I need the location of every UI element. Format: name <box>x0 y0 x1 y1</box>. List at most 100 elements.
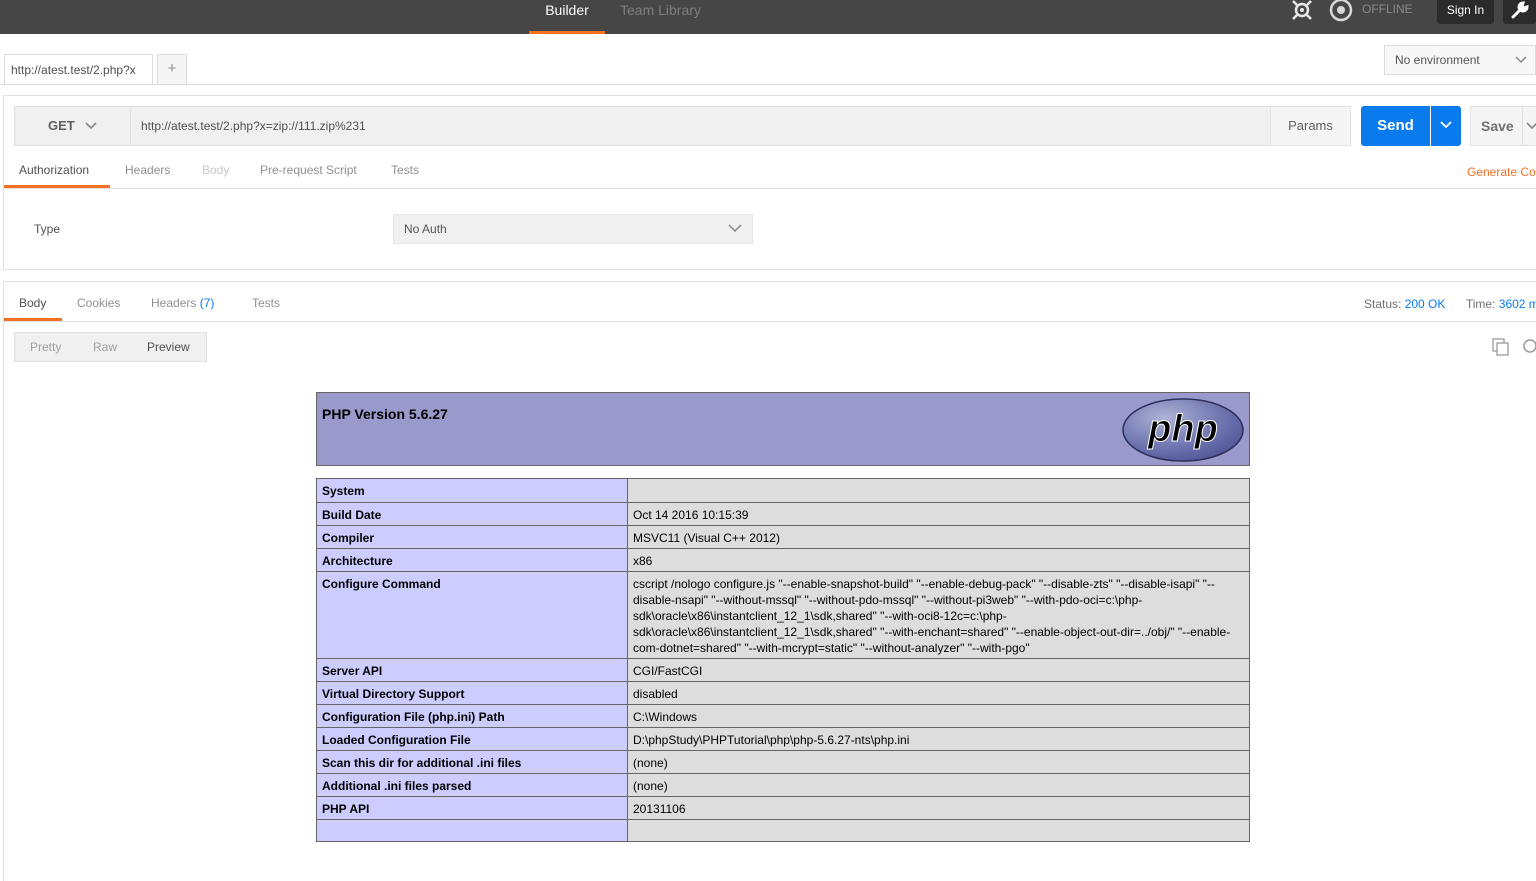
chevron-down-icon <box>1515 46 1527 84</box>
response-meta: Status: 200 OK Time: 3602 m <box>1364 297 1536 311</box>
request-tab-label: http://atest.test/2.php?x <box>11 63 136 77</box>
wrench-icon <box>1511 1 1529 22</box>
phpinfo-row: Virtual Directory Support disabled <box>316 681 1250 705</box>
phpinfo-value: Oct 14 2016 10:15:39 <box>627 502 1250 526</box>
phpinfo-key: System <box>316 478 628 503</box>
view-mode-pretty[interactable]: Pretty <box>30 340 61 354</box>
php-logo: php <box>1122 398 1244 462</box>
search-icon[interactable] <box>1521 338 1536 356</box>
response-tab-headers-label: Headers <box>151 296 197 310</box>
phpinfo-row: Additional .ini files parsed (none) <box>316 773 1250 797</box>
phpinfo-row: PHP API 20131106 <box>316 796 1250 820</box>
phpinfo-key: Additional .ini files parsed <box>316 773 628 797</box>
response-tab-body[interactable]: Body <box>19 296 46 310</box>
save-divider <box>1522 107 1523 145</box>
auth-type-select[interactable]: No Auth <box>393 214 753 244</box>
phpinfo-value: 20131106 <box>627 796 1250 820</box>
phpinfo-key: PHP API <box>316 796 628 820</box>
sync-status-icon[interactable] <box>1328 0 1354 24</box>
phpinfo-header: PHP Version 5.6.27 php <box>316 392 1250 466</box>
nav-builder-underline <box>529 31 605 34</box>
headers-count-badge: (7) <box>199 296 215 310</box>
chevron-down-icon[interactable] <box>1526 107 1536 159</box>
phpinfo-value <box>627 478 1250 503</box>
add-tab-button[interactable]: + <box>157 54 187 85</box>
send-options-button[interactable] <box>1431 106 1461 146</box>
response-tabs-divider <box>4 321 1536 322</box>
nav-builder[interactable]: Builder <box>529 0 605 34</box>
phpinfo-key: Configuration File (php.ini) Path <box>316 704 628 728</box>
response-tab-headers[interactable]: Headers (7) <box>151 296 214 310</box>
generate-code-link[interactable]: Generate Co <box>1467 165 1536 179</box>
tab-strip-divider <box>0 84 1536 85</box>
offline-status: OFFLINE <box>1362 2 1413 16</box>
phpinfo-row <box>316 819 1250 842</box>
response-tab-cookies[interactable]: Cookies <box>77 296 120 310</box>
nav-builder-label: Builder <box>545 2 589 18</box>
phpinfo-row: Loaded Configuration File D:\phpStudy\PHP… <box>316 727 1250 751</box>
php-version-title: PHP Version 5.6.27 <box>322 406 448 422</box>
time-value: 3602 m <box>1498 297 1536 311</box>
method-select[interactable]: GET <box>14 106 130 146</box>
save-button[interactable]: Save <box>1470 106 1536 146</box>
phpinfo-row: Configuration File (php.ini) Path C:\Wind… <box>316 704 1250 728</box>
phpinfo-key: Server API <box>316 658 628 682</box>
phpinfo-row: Architecture x86 <box>316 548 1250 572</box>
request-tab[interactable]: http://atest.test/2.php?x <box>4 54 153 85</box>
phpinfo-value: (none) <box>627 750 1250 774</box>
send-button[interactable]: Send <box>1361 106 1430 146</box>
top-bar: Builder Team Library OFFLINE Sign In <box>0 0 1536 34</box>
chevron-down-icon <box>728 215 742 253</box>
settings-button[interactable] <box>1503 0 1536 24</box>
phpinfo-value: (none) <box>627 773 1250 797</box>
sign-in-button[interactable]: Sign In <box>1437 0 1494 24</box>
tab-pre-request-script[interactable]: Pre-request Script <box>260 163 357 177</box>
phpinfo-key: Build Date <box>316 502 628 526</box>
phpinfo-value: cscript /nologo configure.js "--enable-s… <box>627 571 1250 659</box>
nav-team-library[interactable]: Team Library <box>620 0 701 34</box>
phpinfo-row: System <box>316 478 1250 503</box>
phpinfo-value: x86 <box>627 548 1250 572</box>
status-value: 200 OK <box>1404 297 1446 311</box>
interceptor-icon[interactable] <box>1290 0 1316 24</box>
phpinfo-key <box>316 819 628 842</box>
tab-authorization[interactable]: Authorization <box>19 163 89 177</box>
phpinfo-row: Scan this dir for additional .ini files(… <box>316 750 1250 774</box>
tab-headers[interactable]: Headers <box>125 163 170 177</box>
chevron-down-icon <box>1439 106 1453 149</box>
tab-body[interactable]: Body <box>202 163 229 177</box>
phpinfo-value <box>627 819 1250 842</box>
auth-type-label: Type <box>34 222 61 236</box>
status-label: Status: <box>1364 297 1402 311</box>
view-mode-raw[interactable]: Raw <box>93 340 117 354</box>
phpinfo-table: System Build Date Oct 14 2016 10:15:39 Comp… <box>316 478 1250 842</box>
php-logo-text: php <box>1147 408 1218 450</box>
nav-team-library-label: Team Library <box>620 2 701 18</box>
phpinfo-key: Virtual Directory Support <box>316 681 628 705</box>
time-label: Time: <box>1465 297 1496 311</box>
phpinfo-row: Server API CGI/FastCGI <box>316 658 1250 682</box>
phpinfo-key: Configure Command <box>316 571 628 659</box>
tab-tests[interactable]: Tests <box>391 163 419 177</box>
phpinfo-key: Compiler <box>316 525 628 549</box>
response-tab-tests[interactable]: Tests <box>252 296 280 310</box>
auth-type-value: No Auth <box>404 222 447 236</box>
url-input[interactable]: http://atest.test/2.php?x=zip://111.zip%… <box>130 106 1271 146</box>
params-button[interactable]: Params <box>1270 106 1351 146</box>
phpinfo-key: Architecture <box>316 548 628 572</box>
copy-icon[interactable] <box>1492 338 1510 356</box>
environment-select-value: No environment <box>1395 53 1480 67</box>
view-mode-toggle: Pretty Raw Preview <box>14 332 207 362</box>
view-mode-preview[interactable]: Preview <box>147 340 190 354</box>
method-value: GET <box>48 118 75 133</box>
phpinfo-row: Configure Command cscript /nologo configu… <box>316 571 1250 659</box>
request-tabs-divider <box>4 188 1536 189</box>
phpinfo-value: CGI/FastCGI <box>627 658 1250 682</box>
environment-select[interactable]: No environment <box>1384 45 1536 75</box>
phpinfo-value: disabled <box>627 681 1250 705</box>
chevron-down-icon <box>85 107 97 160</box>
phpinfo-key: Scan this dir for additional .ini files <box>316 750 628 774</box>
phpinfo-value: D:\phpStudy\PHPTutorial\php\php-5.6.27-n… <box>627 727 1250 751</box>
phpinfo-value: C:\Windows <box>627 704 1250 728</box>
phpinfo-value: MSVC11 (Visual C++ 2012) <box>627 525 1250 549</box>
